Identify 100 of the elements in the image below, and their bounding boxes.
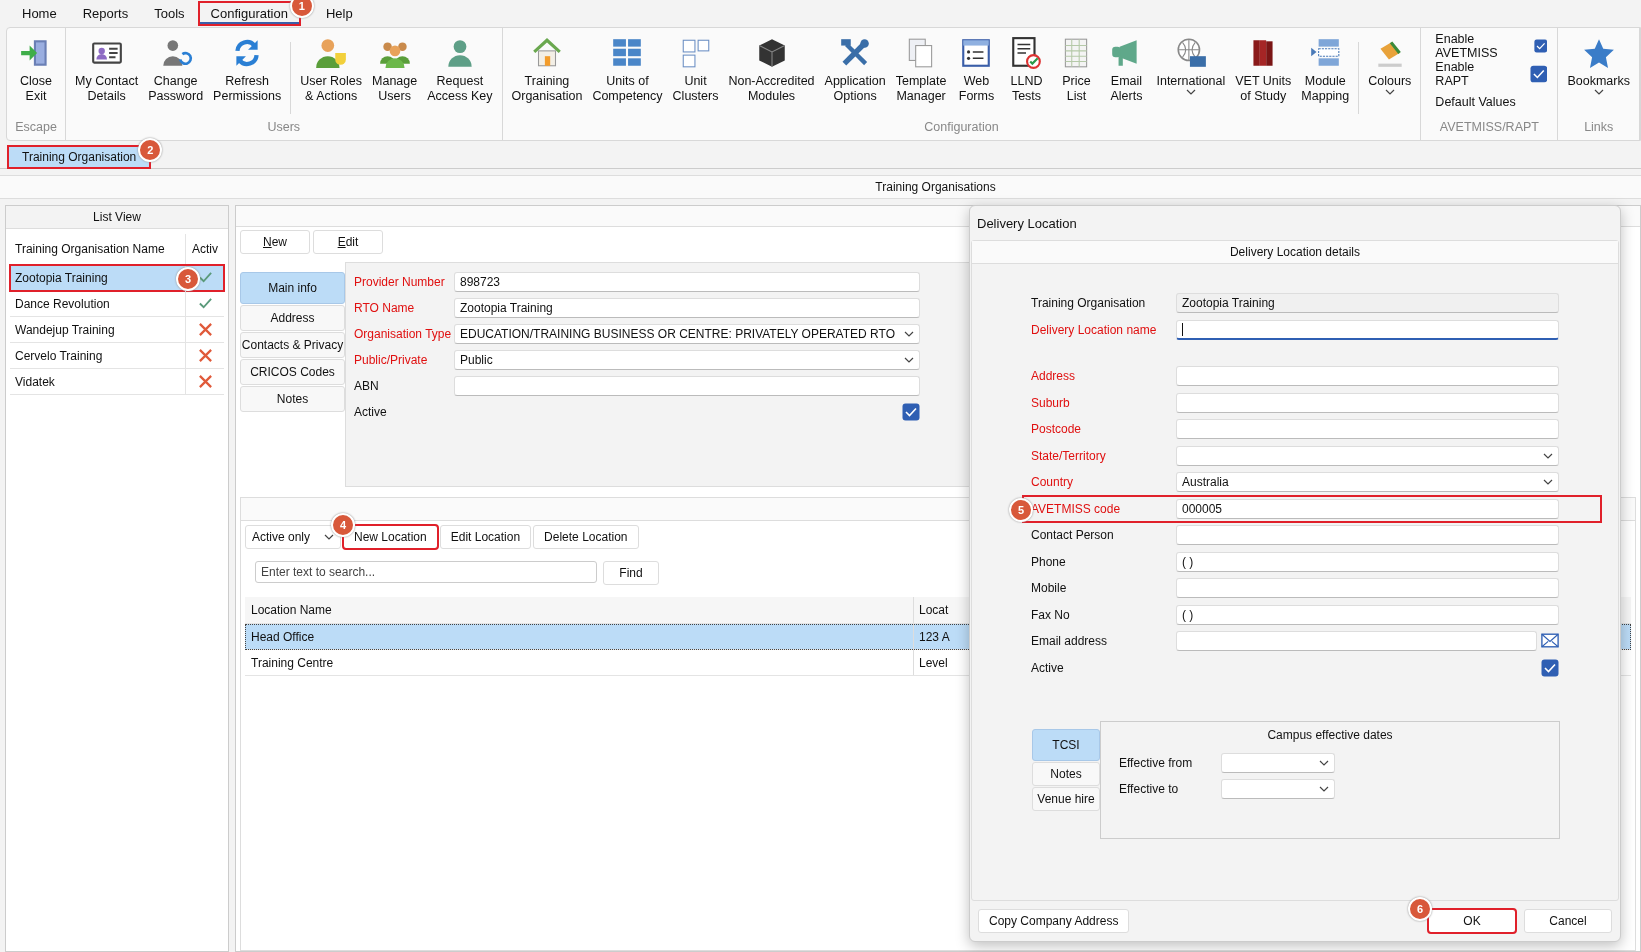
field-label: RTO Name (354, 301, 416, 315)
date-dropdown[interactable] (1221, 779, 1335, 799)
checkbox[interactable] (1533, 37, 1548, 55)
side-tab[interactable]: Main info (240, 272, 345, 304)
ribbon-button[interactable]: Application Options (819, 34, 891, 120)
list-row[interactable]: Wandejup Training (10, 317, 224, 343)
text-field[interactable] (1176, 578, 1559, 599)
ribbon-button[interactable]: Manage Users (367, 34, 423, 120)
ribbon-button[interactable]: Template Manager (890, 34, 952, 120)
location-button[interactable]: Edit Location (439, 525, 532, 549)
text-field[interactable] (1176, 392, 1559, 413)
text-field[interactable] (1176, 366, 1559, 387)
caret-icon (1543, 452, 1553, 459)
find-button[interactable]: Find (603, 561, 659, 585)
text-field[interactable]: 898723 (454, 272, 920, 292)
table-cell: Head Office (245, 624, 914, 649)
group-label: AVETMISS/RAPT (1438, 120, 1540, 136)
ribbon-button[interactable]: Price List (1051, 34, 1102, 120)
list-row[interactable]: Zootopia Training 3 (10, 265, 224, 291)
ribbon-button[interactable]: My Contact Details (70, 34, 144, 120)
ribbon-button[interactable]: International (1151, 34, 1231, 120)
dialog-button[interactable]: OK (1428, 909, 1516, 933)
toolbar-button[interactable]: New (240, 230, 310, 254)
side-tab[interactable]: Notes (1032, 762, 1100, 786)
side-tab[interactable]: Contacts & Privacy (240, 332, 345, 358)
table-cell-text: Vidatek (14, 374, 56, 389)
dropdown[interactable]: Public (454, 350, 920, 370)
checklist-icon (1009, 36, 1044, 70)
field-label: Active (1031, 660, 1065, 675)
callout-badge: 5 (1009, 497, 1033, 522)
side-tab[interactable]: Venue hire (1032, 787, 1100, 811)
toolbar-button[interactable]: Edit (313, 230, 383, 254)
dropdown[interactable]: EDUCATION/TRAINING BUSINESS OR CENTRE: PRIVATELY OPERATED RTO (454, 324, 920, 344)
text-field[interactable]: Zootopia Training (1176, 293, 1559, 314)
ribbon-button[interactable]: Units of Competency (587, 34, 668, 120)
ribbon-button[interactable]: VET Units of Study (1230, 34, 1297, 120)
dropdown[interactable] (1176, 445, 1559, 466)
list-row[interactable]: Dance Revolution (10, 291, 224, 317)
search-field[interactable]: Enter text to search... (255, 561, 597, 583)
field-label: Public/Private (354, 353, 429, 367)
side-tab[interactable]: Address (240, 305, 345, 331)
ribbon-button[interactable]: Request Access Key (422, 34, 498, 120)
ribbon-button[interactable]: Bookmarks (1562, 34, 1635, 120)
text-field[interactable] (454, 376, 920, 396)
list-row[interactable]: Cervelo Training (10, 343, 224, 369)
text-field[interactable]: Zootopia Training (454, 298, 920, 318)
text-field[interactable] (1176, 419, 1559, 440)
text-field[interactable]: ( ) (1176, 551, 1559, 572)
dropdown[interactable]: Australia (1176, 472, 1559, 493)
text-field[interactable] (1176, 319, 1559, 340)
ribbon-button[interactable]: Colours (1363, 34, 1417, 120)
checkbox[interactable] (1541, 658, 1559, 677)
ribbon-button[interactable]: Change Password (143, 34, 209, 120)
ribbon-button[interactable]: Training Organisation (506, 34, 588, 120)
field-label: Training Organisation (1031, 296, 1147, 311)
ribbon-link[interactable]: Default Values (1435, 95, 1516, 109)
field-label: ABN (354, 379, 380, 393)
caret-icon (1384, 89, 1395, 95)
ribbon-button[interactable]: Module Mapping (1296, 34, 1355, 120)
menu-item[interactable]: Help (313, 2, 365, 25)
side-tab[interactable]: TCSI (1032, 729, 1100, 761)
ribbon-button[interactable]: LLND Tests (1001, 34, 1052, 120)
copy-address-button[interactable]: Copy Company Address (978, 909, 1130, 933)
ribbon-button[interactable]: User Roles & Actions (295, 34, 367, 120)
caret-icon (1593, 89, 1604, 95)
field-label: Active (354, 405, 388, 419)
location-button[interactable]: Delete Location (533, 525, 639, 549)
ribbon-button[interactable]: Email Alerts (1101, 34, 1152, 120)
text-field[interactable] (1176, 525, 1559, 546)
date-dropdown[interactable] (1221, 753, 1335, 773)
envelope-icon[interactable] (1541, 633, 1559, 649)
ribbon-button[interactable]: Close Exit (11, 34, 61, 120)
field-label: Contact Person (1031, 528, 1115, 543)
group-label: Escape (14, 120, 58, 136)
side-tab[interactable]: Notes (240, 386, 345, 412)
field-label: Country (1031, 475, 1075, 490)
dialog-title: Delivery Location (977, 215, 1077, 231)
caret-icon (1185, 89, 1196, 95)
field-label: Delivery Location name (1031, 322, 1158, 337)
checkbox[interactable] (902, 403, 920, 421)
group-label: Links (1583, 120, 1615, 136)
text-field[interactable]: 000005 (1176, 498, 1559, 519)
email-field[interactable] (1176, 631, 1537, 652)
ribbon-button[interactable]: Web Forms (951, 34, 1002, 120)
text-field[interactable]: ( ) (1176, 604, 1559, 625)
field-label: Effective from (1119, 756, 1194, 770)
menu-item[interactable]: Reports (70, 2, 141, 25)
menu-item[interactable]: Home (10, 2, 69, 25)
ribbon-button[interactable]: Refresh Permissions (208, 34, 287, 120)
column-header: Training Organisation Name (14, 242, 166, 256)
menu-item[interactable]: Tools (142, 2, 197, 25)
side-tab[interactable]: CRICOS Codes (240, 359, 345, 385)
checkbox[interactable] (1529, 65, 1548, 83)
ribbon-button[interactable]: Unit Clusters (667, 34, 724, 120)
field-label: Address (1031, 369, 1077, 384)
ribbon-button[interactable]: Non-Accredited Modules (723, 34, 820, 120)
dialog-button[interactable]: Cancel (1524, 909, 1612, 933)
caret-icon (1319, 786, 1329, 792)
table-cell-text: Dance Revolution (14, 296, 111, 311)
list-row[interactable]: Vidatek (10, 369, 224, 395)
